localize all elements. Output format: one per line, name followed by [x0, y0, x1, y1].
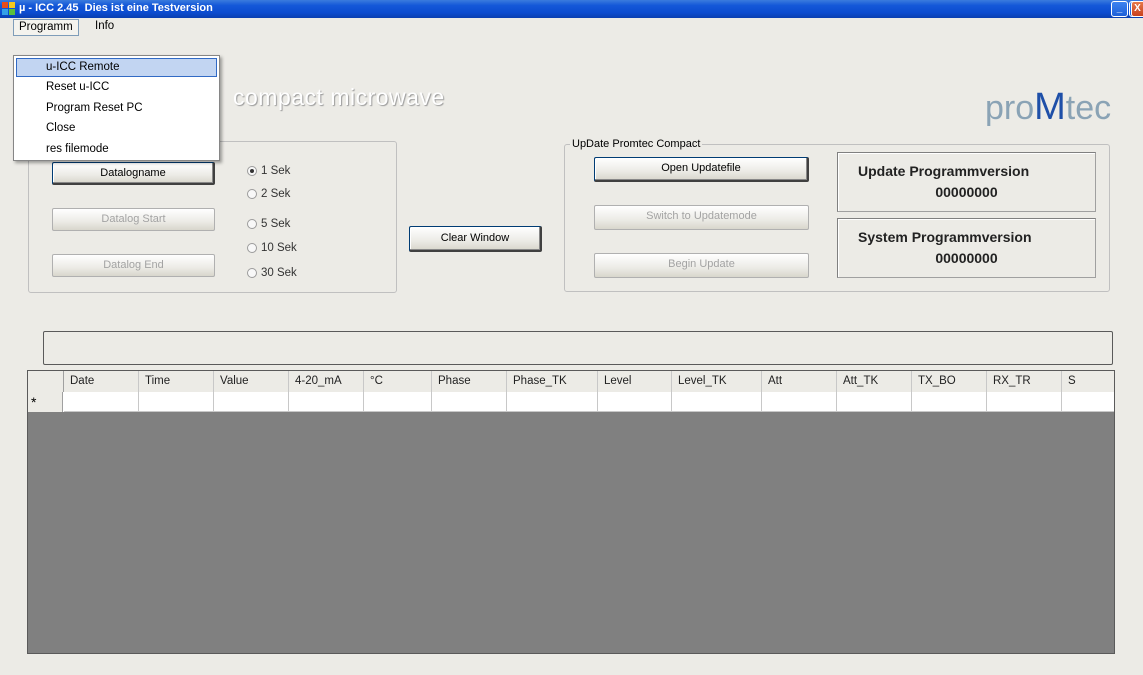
system-version-box: System Programmversion 00000000	[837, 218, 1096, 278]
table-cell[interactable]	[64, 392, 139, 412]
system-version-title: System Programmversion	[858, 229, 1032, 245]
open-updatefile-button[interactable]: Open Updatefile	[594, 157, 809, 182]
table-cell[interactable]	[912, 392, 987, 412]
update-group-label: UpDate Promtec Compact	[570, 138, 703, 150]
table-cell[interactable]	[762, 392, 837, 412]
close-button[interactable]: X	[1131, 1, 1143, 17]
menu-item-program-reset-pc[interactable]: Program Reset PC	[16, 99, 217, 118]
app-icon[interactable]	[2, 2, 16, 16]
column-header-4-20-ma[interactable]: 4-20_mA	[289, 371, 364, 392]
programm-dropdown: u-ICC Remote Reset u-ICC Program Reset P…	[13, 55, 220, 161]
menu-item-uicc-remote[interactable]: u-ICC Remote	[16, 58, 217, 77]
radio-dot	[247, 189, 257, 199]
table-cell[interactable]	[507, 392, 598, 412]
system-version-value: 00000000	[935, 250, 998, 266]
column-header-level-tk[interactable]: Level_TK	[672, 371, 762, 392]
column-header-att-tk[interactable]: Att_TK	[837, 371, 912, 392]
menu-item-reset-uicc[interactable]: Reset u-ICC	[16, 78, 217, 97]
table-cell[interactable]	[1062, 392, 1114, 412]
column-header-att[interactable]: Att	[762, 371, 837, 392]
minimize-button[interactable]: _	[1111, 1, 1128, 17]
table-cell[interactable]	[598, 392, 672, 412]
radio-dot	[247, 268, 257, 278]
update-version-title: Update Programmversion	[858, 163, 1030, 179]
column-header-time[interactable]: Time	[139, 371, 214, 392]
row-header-corner	[28, 371, 64, 392]
minimize-icon: _	[1116, 3, 1123, 14]
datalog-end-button[interactable]: Datalog End	[52, 254, 215, 277]
table-cell[interactable]	[672, 392, 762, 412]
table-cell[interactable]	[432, 392, 507, 412]
table-cell[interactable]	[139, 392, 214, 412]
begin-update-button[interactable]: Begin Update	[594, 253, 809, 278]
column-header-rx-tr[interactable]: RX_TR	[987, 371, 1062, 392]
radio-dot-checked	[247, 166, 257, 176]
datalog-start-button[interactable]: Datalog Start	[52, 208, 215, 231]
title-bar[interactable]: µ - ICC 2.45 Dies ist eine Testversion _…	[0, 0, 1143, 18]
column-header-tx-bo[interactable]: TX_BO	[912, 371, 987, 392]
promtec-logo: proMtec	[985, 86, 1112, 128]
table-cell[interactable]	[837, 392, 912, 412]
datalogname-button[interactable]: Datalogname	[52, 162, 215, 185]
menu-item-res-filemode[interactable]: res filemode	[16, 140, 217, 159]
table-cell[interactable]	[364, 392, 432, 412]
column-header-value[interactable]: Value	[214, 371, 289, 392]
column-header-level[interactable]: Level	[598, 371, 672, 392]
page-title: compact microwave	[233, 84, 445, 110]
table-cell[interactable]	[289, 392, 364, 412]
table-row-new[interactable]: *	[28, 392, 1114, 412]
column-header-date[interactable]: Date	[64, 371, 139, 392]
update-version-box: Update Programmversion 00000000	[837, 152, 1096, 212]
window-title: µ - ICC 2.45 Dies ist eine Testversion	[19, 2, 213, 14]
grid-header: Date Time Value 4-20_mA °C Phase Phase_T…	[28, 371, 1114, 392]
switch-to-updatemode-button[interactable]: Switch to Updatemode	[594, 205, 809, 230]
column-header-phase[interactable]: Phase	[432, 371, 507, 392]
clear-window-button[interactable]: Clear Window	[409, 226, 542, 252]
menu-info[interactable]: Info	[90, 19, 119, 36]
table-cell[interactable]	[214, 392, 289, 412]
data-grid[interactable]: Date Time Value 4-20_mA °C Phase Phase_T…	[27, 370, 1115, 654]
menu-programm[interactable]: Programm	[13, 19, 79, 36]
status-bar	[43, 331, 1113, 365]
menu-bar: Programm Info	[0, 18, 1143, 37]
menu-item-close[interactable]: Close	[16, 119, 217, 138]
table-cell[interactable]	[987, 392, 1062, 412]
new-row-marker: *	[28, 392, 63, 412]
radio-dot	[247, 219, 257, 229]
column-header-phase-tk[interactable]: Phase_TK	[507, 371, 598, 392]
column-header-s[interactable]: S	[1062, 371, 1114, 392]
close-icon: X	[1134, 3, 1141, 14]
radio-dot	[247, 243, 257, 253]
column-header-celsius[interactable]: °C	[364, 371, 432, 392]
update-version-value: 00000000	[935, 184, 998, 200]
